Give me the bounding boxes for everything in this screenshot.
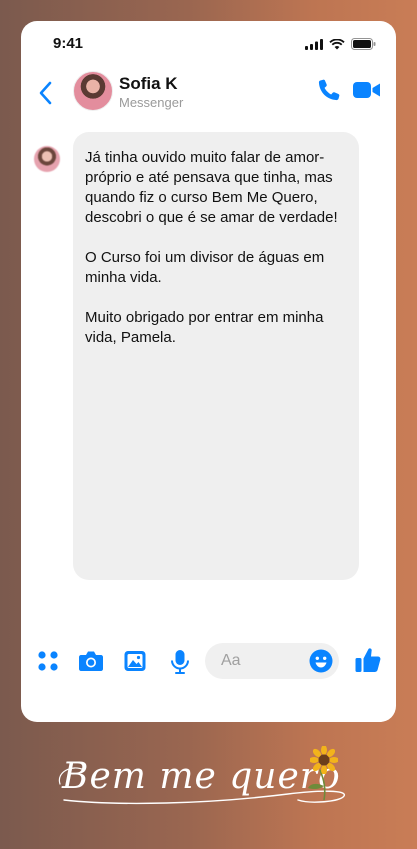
contact-avatar[interactable] bbox=[73, 71, 113, 111]
gallery-icon[interactable] bbox=[123, 649, 147, 673]
contact-name[interactable]: Sofia K bbox=[119, 74, 178, 94]
wifi-icon bbox=[329, 38, 345, 49]
message-paragraph: Já tinha ouvido muito falar de amor-próp… bbox=[85, 149, 338, 226]
emoji-icon[interactable] bbox=[309, 649, 333, 673]
message-input[interactable]: Aa bbox=[205, 643, 339, 679]
contact-subtitle: Messenger bbox=[119, 95, 184, 110]
camera-icon[interactable] bbox=[78, 649, 104, 673]
signal-icon bbox=[305, 38, 323, 50]
composer-bar: Aa bbox=[21, 641, 396, 681]
message-paragraph: O Curso foi um divisor de águas em minha… bbox=[85, 249, 325, 286]
back-chevron-icon[interactable] bbox=[35, 79, 57, 107]
sunflower-icon bbox=[310, 746, 338, 774]
message-paragraph: Muito obrigado por entrar em minha vida,… bbox=[85, 309, 324, 346]
apps-grid-icon[interactable] bbox=[36, 649, 60, 673]
video-camera-icon[interactable] bbox=[352, 79, 382, 101]
brand-logo: Bem me quero bbox=[58, 744, 358, 832]
battery-icon bbox=[351, 38, 376, 50]
sender-avatar bbox=[34, 146, 60, 172]
phone-frame: 9:41 Sofia K Messenger Já tinha ouvido m… bbox=[21, 21, 396, 722]
phone-icon[interactable] bbox=[316, 77, 342, 103]
status-bar: 9:41 bbox=[21, 21, 396, 65]
status-time: 9:41 bbox=[53, 35, 84, 52]
message-input-placeholder: Aa bbox=[221, 652, 241, 669]
chat-header: Sofia K Messenger bbox=[21, 65, 396, 121]
system-icons bbox=[305, 38, 376, 50]
message-text: Já tinha ouvido muito falar de amor-próp… bbox=[85, 148, 353, 368]
thumbs-up-icon[interactable] bbox=[354, 646, 382, 674]
microphone-icon[interactable] bbox=[169, 649, 191, 675]
